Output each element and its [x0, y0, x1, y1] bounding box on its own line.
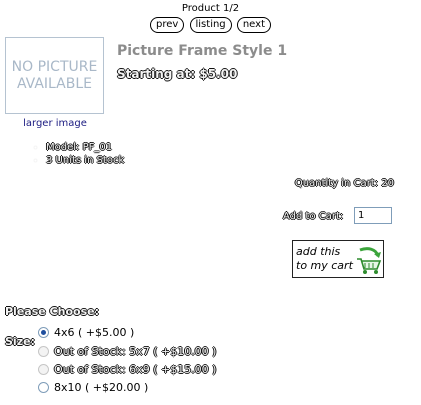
- product-title: Picture Frame Style 1: [117, 43, 288, 59]
- spec-model: Model: PF_01: [46, 141, 124, 154]
- product-nav: prev listing next: [0, 17, 421, 33]
- spec-stock: 3 Units in Stock: [46, 154, 124, 167]
- placeholder-text-line2: AVAILABLE: [16, 75, 92, 92]
- product-counter: Product 1/2: [181, 3, 240, 14]
- option-label: Out of Stock: 5x7 ( +$10.00 ): [54, 345, 217, 358]
- listing-button[interactable]: listing: [189, 17, 232, 33]
- option-label: 8x10 ( +$20.00 ): [54, 381, 149, 394]
- next-button[interactable]: next: [236, 17, 271, 33]
- placeholder-text-line1: NO PICTURE: [11, 58, 98, 75]
- add-button-line2: to my cart: [296, 259, 353, 272]
- radio-button[interactable]: [38, 382, 49, 393]
- add-to-cart-label: Add to Cart:: [283, 211, 344, 222]
- larger-image-link[interactable]: larger image: [0, 118, 110, 129]
- size-option-4x6[interactable]: 4x6 ( +$5.00 ): [38, 326, 134, 339]
- size-option-6x9: Out of Stock: 6x9 ( +$15.00 ): [38, 363, 216, 376]
- quantity-in-cart: Quantity in Cart: 20: [294, 178, 394, 189]
- product-image-placeholder[interactable]: NO PICTURE AVAILABLE: [5, 37, 104, 114]
- add-button-line1: add this: [296, 245, 341, 258]
- options-heading: Please Choose:: [5, 305, 99, 318]
- add-to-cart-button[interactable]: add this to my cart: [292, 240, 384, 278]
- option-label: Out of Stock: 6x9 ( +$15.00 ): [54, 363, 217, 376]
- product-price: Starting at: $5.00: [117, 67, 238, 81]
- quantity-input[interactable]: [354, 207, 392, 224]
- radio-button[interactable]: [38, 327, 49, 338]
- radio-button: [38, 346, 49, 357]
- radio-button: [38, 364, 49, 375]
- shopping-cart-icon: [357, 247, 382, 274]
- size-label: Size:: [5, 335, 35, 348]
- size-option-5x7: Out of Stock: 5x7 ( +$10.00 ): [38, 345, 216, 358]
- product-specs: Model: PF_01 3 Units in Stock: [30, 141, 124, 167]
- prev-button[interactable]: prev: [150, 17, 185, 33]
- size-option-8x10[interactable]: 8x10 ( +$20.00 ): [38, 381, 148, 394]
- option-label: 4x6 ( +$5.00 ): [54, 326, 135, 339]
